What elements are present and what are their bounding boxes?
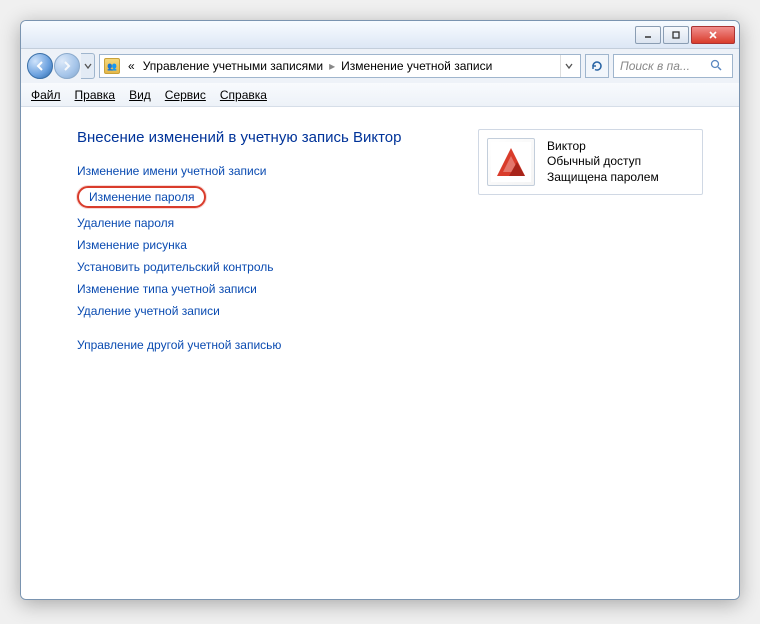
search-placeholder: Поиск в па... <box>620 59 690 73</box>
link-change-name[interactable]: Изменение имени учетной записи <box>77 164 438 178</box>
link-manage-other[interactable]: Управление другой учетной записью <box>77 338 438 352</box>
breadcrumb-item-1[interactable]: Управление учетными записями <box>139 59 327 73</box>
user-access: Обычный доступ <box>547 154 659 170</box>
menu-file[interactable]: Файл <box>31 88 61 102</box>
back-button[interactable] <box>27 53 53 79</box>
link-change-type[interactable]: Изменение типа учетной записи <box>77 282 438 296</box>
chevron-right-icon: ▸ <box>327 59 337 73</box>
link-change-password[interactable]: Изменение пароля <box>77 186 438 208</box>
minimize-button[interactable] <box>635 26 661 44</box>
breadcrumb-item-2[interactable]: Изменение учетной записи <box>337 59 496 73</box>
menu-edit[interactable]: Правка <box>75 88 116 102</box>
breadcrumb-prefix: « <box>124 59 139 73</box>
forward-button[interactable] <box>54 53 80 79</box>
menu-help[interactable]: Справка <box>220 88 267 102</box>
address-dropdown[interactable] <box>560 55 576 77</box>
left-column: Внесение изменений в учетную запись Викт… <box>77 129 438 360</box>
menu-tools[interactable]: Сервис <box>165 88 206 102</box>
titlebar <box>21 21 739 49</box>
nav-history-dropdown[interactable] <box>81 53 95 79</box>
close-button[interactable] <box>691 26 735 44</box>
explorer-window: 👥 « Управление учетными записями ▸ Измен… <box>20 20 740 600</box>
link-delete-account[interactable]: Удаление учетной записи <box>77 304 438 318</box>
highlight-change-password: Изменение пароля <box>77 186 206 208</box>
link-remove-password[interactable]: Удаление пароля <box>77 216 438 230</box>
link-parental-controls[interactable]: Установить родительский контроль <box>77 260 438 274</box>
refresh-button[interactable] <box>585 54 609 78</box>
user-info: Виктор Обычный доступ Защищена паролем <box>547 139 659 186</box>
content-area: Внесение изменений в учетную запись Викт… <box>21 107 739 599</box>
maximize-button[interactable] <box>663 26 689 44</box>
action-links: Изменение имени учетной записи Изменение… <box>77 164 438 352</box>
search-input[interactable]: Поиск в па... <box>613 54 733 78</box>
address-bar[interactable]: 👥 « Управление учетными записями ▸ Измен… <box>99 54 581 78</box>
user-card: Виктор Обычный доступ Защищена паролем <box>478 129 703 195</box>
user-status: Защищена паролем <box>547 170 659 186</box>
nav-toolbar: 👥 « Управление учетными записями ▸ Измен… <box>21 49 739 83</box>
menu-bar: Файл Правка Вид Сервис Справка <box>21 83 739 107</box>
link-change-picture[interactable]: Изменение рисунка <box>77 238 438 252</box>
menu-view[interactable]: Вид <box>129 88 151 102</box>
avatar <box>487 138 535 186</box>
nav-buttons <box>27 53 95 79</box>
user-name: Виктор <box>547 139 659 155</box>
search-icon <box>710 59 726 74</box>
control-panel-icon: 👥 <box>104 58 120 74</box>
page-title: Внесение изменений в учетную запись Викт… <box>77 129 438 146</box>
